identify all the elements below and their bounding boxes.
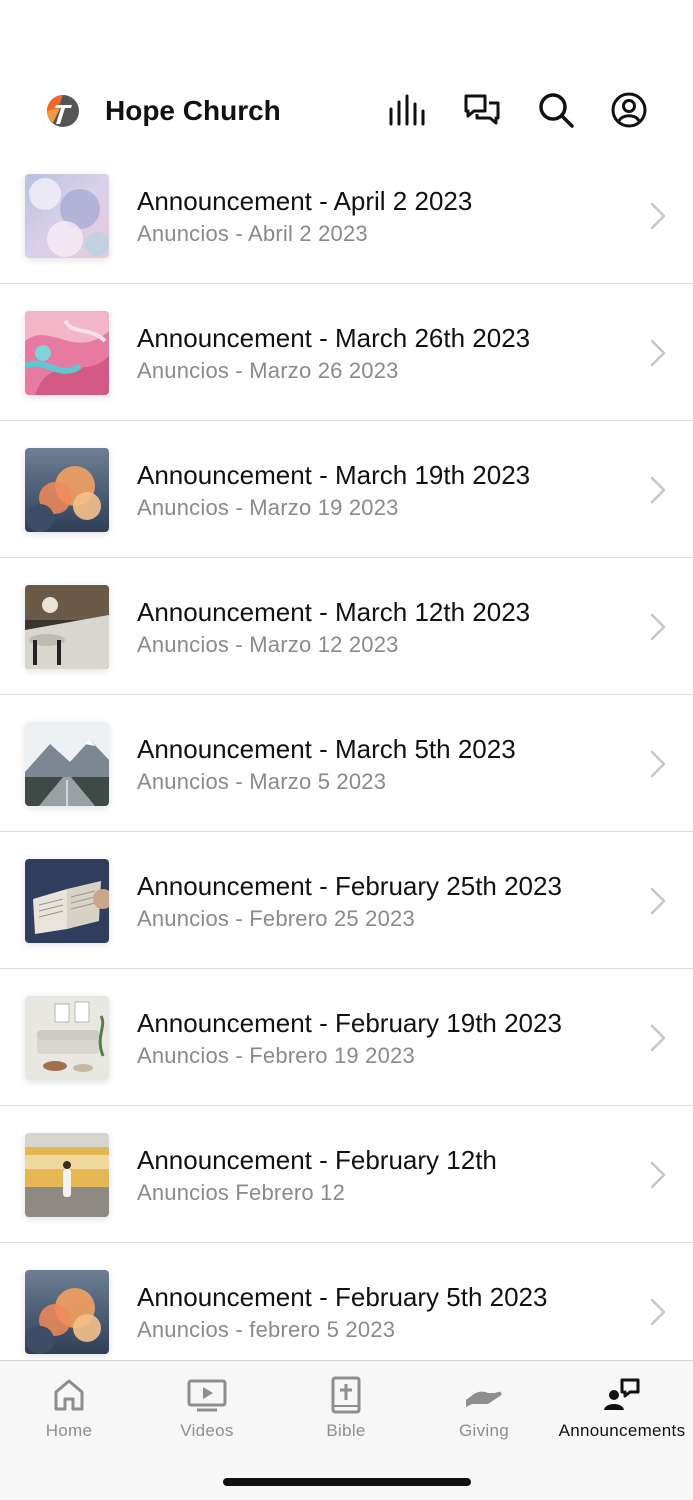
tab-home[interactable]: Home (0, 1361, 138, 1451)
bottom-tab-bar: Home Videos Bible Giving Announcements (0, 1360, 693, 1500)
list-item[interactable]: Announcement - February 12th Anuncios Fe… (0, 1106, 693, 1243)
announcement-title: Announcement - February 12th (137, 1145, 497, 1175)
thumbnail-train-station (25, 1133, 109, 1217)
home-indicator (223, 1478, 471, 1486)
logo-icon[interactable] (46, 94, 80, 128)
list-item[interactable]: Announcement - March 26th 2023 Anuncios … (0, 284, 693, 421)
announcement-subtitle: Anuncios - febrero 5 2023 (137, 1317, 396, 1342)
announcement-subtitle: Anuncios - Marzo 5 2023 (137, 769, 387, 794)
announcement-title: Announcement - March 19th 2023 (137, 460, 531, 490)
bible-icon (326, 1375, 366, 1415)
search-icon[interactable] (536, 90, 576, 130)
list-item[interactable]: Announcement - April 2 2023 Anuncios - A… (0, 147, 693, 284)
tab-label: Home (45, 1421, 93, 1440)
announcement-subtitle: Anuncios - Febrero 25 2023 (137, 906, 415, 931)
list-item[interactable]: Announcement - February 5th 2023 Anuncio… (0, 1243, 693, 1360)
chevron-right-icon (650, 339, 666, 367)
list-item[interactable]: Announcement - March 12th 2023 Anuncios … (0, 558, 693, 695)
home-icon (49, 1375, 89, 1415)
announcement-subtitle: Anuncios - Abril 2 2023 (137, 221, 368, 246)
announcement-title: Announcement - March 12th 2023 (137, 597, 531, 627)
announcement-title: Announcement - March 26th 2023 (137, 323, 531, 353)
chevron-right-icon (650, 1298, 666, 1326)
thumbnail-mountain-road (25, 722, 109, 806)
tab-bible[interactable]: Bible (277, 1361, 415, 1451)
thumbnail-pink-marble (25, 311, 109, 395)
chevron-right-icon (650, 1161, 666, 1189)
announcement-title: Announcement - February 19th 2023 (137, 1008, 562, 1038)
tab-giving[interactable]: Giving (415, 1361, 553, 1451)
announcements-list: Announcement - April 2 2023 Anuncios - A… (0, 147, 693, 1360)
tab-label: Bible (326, 1421, 366, 1440)
announcement-title: Announcement - February 5th 2023 (137, 1282, 548, 1312)
chevron-right-icon (650, 202, 666, 230)
thumbnail-clouds-pastel (25, 174, 109, 258)
chat-icon[interactable] (462, 90, 502, 130)
chevron-right-icon (650, 750, 666, 778)
announcement-subtitle: Anuncios - Marzo 12 2023 (137, 632, 399, 657)
announcement-title: Announcement - February 25th 2023 (137, 871, 562, 901)
profile-icon[interactable] (609, 90, 649, 130)
announcement-subtitle: Anuncios - Marzo 19 2023 (137, 495, 399, 520)
tab-label: Announcements (558, 1421, 686, 1440)
chevron-right-icon (650, 887, 666, 915)
thumbnail-sofa-room (25, 996, 109, 1080)
thumbnail-living-room-rug (25, 585, 109, 669)
chevron-right-icon (650, 613, 666, 641)
thumbnail-sunset-clouds (25, 448, 109, 532)
tab-videos[interactable]: Videos (138, 1361, 276, 1451)
live-audio-icon[interactable] (388, 90, 428, 130)
tab-label: Videos (180, 1421, 234, 1440)
list-item[interactable]: Announcement - February 19th 2023 Anunci… (0, 969, 693, 1106)
app-title: Hope Church (105, 95, 281, 126)
list-item[interactable]: Announcement - March 19th 2023 Anuncios … (0, 421, 693, 558)
tab-label: Giving (459, 1421, 509, 1440)
announcement-title: Announcement - March 5th 2023 (137, 734, 516, 764)
thumbnail-open-bible (25, 859, 109, 943)
announcement-title: Announcement - April 2 2023 (137, 186, 473, 216)
video-icon (187, 1375, 227, 1415)
announcement-subtitle: Anuncios - Febrero 19 2023 (137, 1043, 415, 1068)
giving-hand-icon (464, 1375, 504, 1415)
app-header: Hope Church (0, 70, 693, 152)
list-item[interactable]: Announcement - March 5th 2023 Anuncios -… (0, 695, 693, 832)
thumbnail-sunset-clouds (25, 1270, 109, 1354)
announcement-subtitle: Anuncios Febrero 12 (137, 1180, 346, 1205)
status-bar (0, 0, 693, 70)
announcement-subtitle: Anuncios - Marzo 26 2023 (137, 358, 399, 383)
tab-announcements[interactable]: Announcements (553, 1361, 691, 1451)
list-item[interactable]: Announcement - February 25th 2023 Anunci… (0, 832, 693, 969)
chevron-right-icon (650, 1024, 666, 1052)
announcements-icon (602, 1375, 642, 1415)
chevron-right-icon (650, 476, 666, 504)
